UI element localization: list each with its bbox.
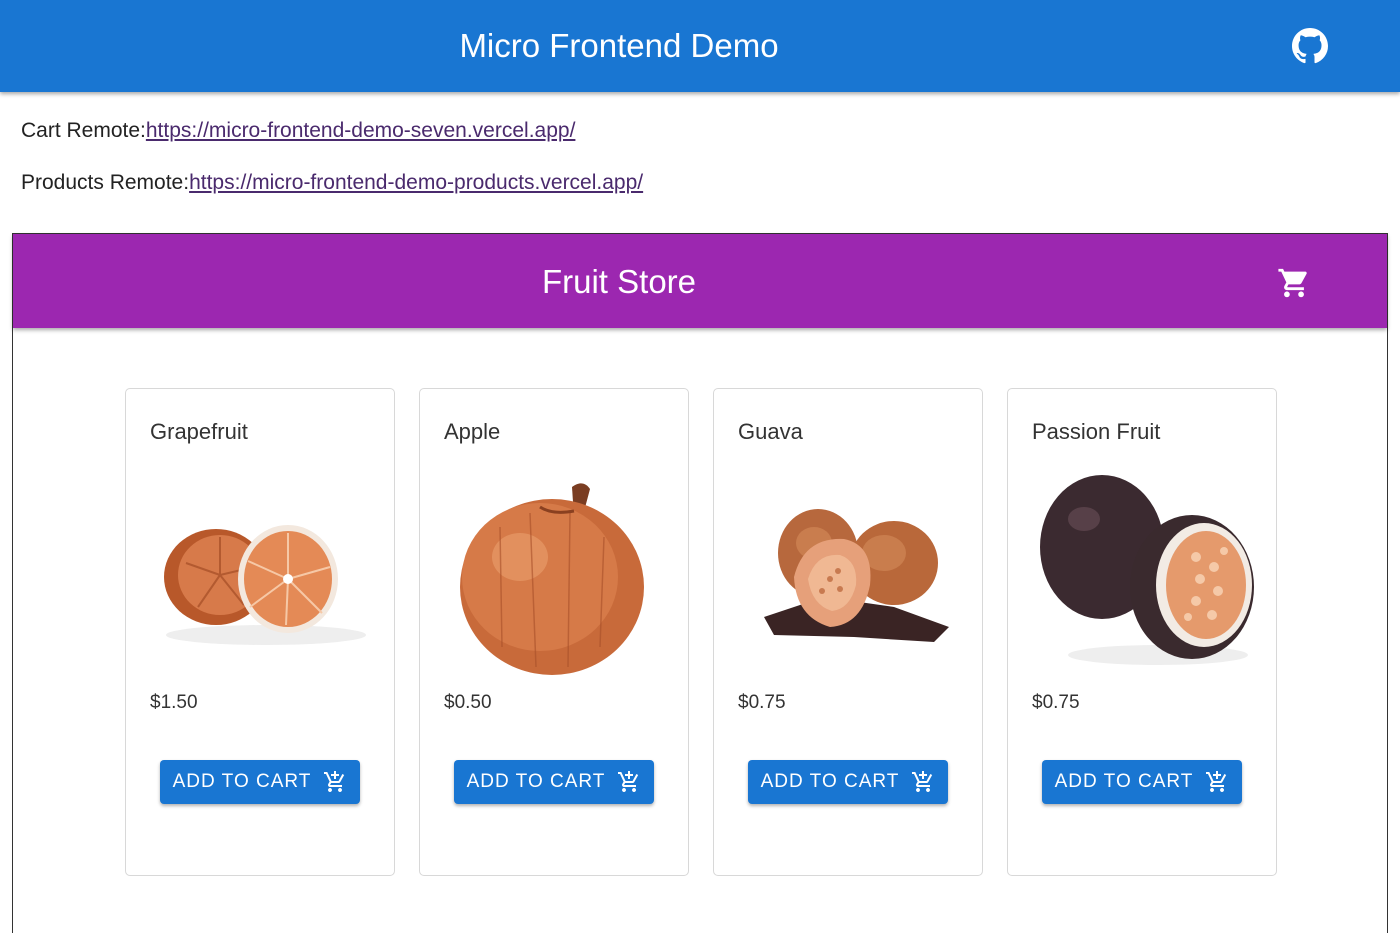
add-to-cart-button[interactable]: ADD TO CART: [1042, 760, 1242, 804]
shopping-cart-icon[interactable]: [1277, 266, 1311, 300]
product-card: Passion Fruit $0.75 ADD TO CART: [1007, 388, 1277, 876]
github-icon[interactable]: [1292, 28, 1328, 64]
add-shopping-cart-icon: [618, 771, 639, 792]
apple-image: [460, 483, 644, 675]
add-to-cart-label: ADD TO CART: [1054, 771, 1194, 792]
add-to-cart-label: ADD TO CART: [172, 771, 312, 792]
products-remote-label: Products Remote:: [21, 171, 190, 194]
add-to-cart-button[interactable]: ADD TO CART: [160, 760, 360, 804]
cart-remote-line: Cart Remote:https://micro-frontend-demo-…: [21, 118, 575, 144]
product-name: Guava: [738, 419, 803, 444]
guava-image: [764, 509, 949, 642]
product-card: Apple $0.50 ADD TO CART: [419, 388, 689, 876]
product-name: Apple: [444, 419, 501, 444]
add-shopping-cart-icon: [912, 771, 933, 792]
products-remote-line: Products Remote:https://micro-frontend-d…: [21, 170, 643, 196]
product-name: Passion Fruit: [1032, 419, 1161, 444]
add-to-cart-label: ADD TO CART: [760, 771, 900, 792]
product-price: $0.75: [1032, 692, 1080, 713]
cart-remote-label: Cart Remote:: [21, 119, 146, 142]
product-price: $0.50: [444, 692, 492, 713]
product-price: $1.50: [150, 692, 198, 713]
product-name: Grapefruit: [150, 419, 248, 444]
grapefruit-image: [164, 525, 366, 645]
product-card: Grapefruit $1.50 ADD TO CART: [125, 388, 395, 876]
app-header: Micro Frontend Demo: [0, 0, 1400, 92]
product-price: $0.75: [738, 692, 786, 713]
product-card: Guava $0.75 ADD TO CART: [713, 388, 983, 876]
app-title: Micro Frontend Demo: [459, 27, 779, 64]
add-to-cart-button[interactable]: ADD TO CART: [454, 760, 654, 804]
add-shopping-cart-icon: [324, 771, 345, 792]
passion-fruit-image: [1040, 475, 1254, 665]
add-to-cart-button[interactable]: ADD TO CART: [748, 760, 948, 804]
products-remote-link[interactable]: https://micro-frontend-demo-products.ver…: [189, 171, 643, 194]
add-to-cart-label: ADD TO CART: [466, 771, 606, 792]
store-header: Fruit Store: [13, 234, 1387, 328]
store-title: Fruit Store: [541, 263, 697, 300]
add-shopping-cart-icon: [1206, 771, 1227, 792]
cart-remote-link[interactable]: https://micro-frontend-demo-seven.vercel…: [146, 119, 576, 142]
